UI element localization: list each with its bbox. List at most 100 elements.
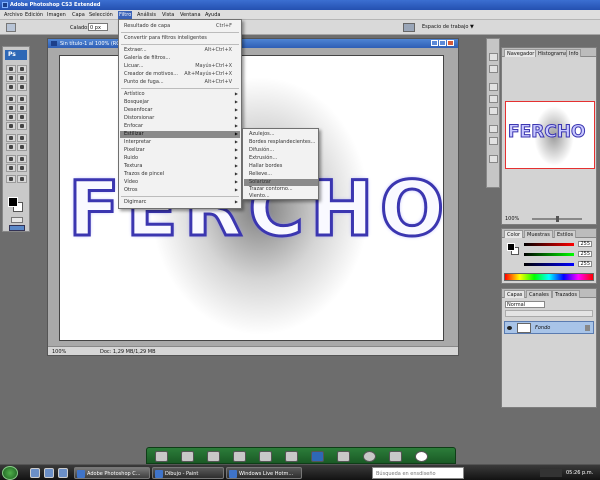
menu-item-enfocar[interactable]: Enfocar ▶	[124, 123, 240, 130]
submenu-item-azulejos[interactable]: Azulejos...	[249, 131, 317, 138]
dock-icon-1[interactable]	[155, 451, 168, 462]
menu-item-distorsionar[interactable]: Distorsionar ▶	[124, 115, 240, 122]
submenu-item-hallar-bordes[interactable]: Hallar bordes	[249, 163, 317, 170]
green-slider[interactable]	[524, 253, 574, 256]
menu-capa[interactable]: Capa	[72, 12, 85, 18]
blue-value[interactable]: 255	[578, 261, 592, 267]
color-spectrum[interactable]	[504, 273, 594, 281]
submenu-item-extrusion[interactable]: Extrusión...	[249, 155, 317, 162]
menu-ayuda[interactable]: Ayuda	[205, 12, 220, 18]
character-panel-icon[interactable]	[489, 125, 498, 133]
zoom-tool-icon[interactable]	[17, 164, 27, 172]
dock-icon-6[interactable]	[285, 451, 298, 462]
3d-rotate-icon[interactable]	[6, 175, 16, 183]
dock-icon-4[interactable]	[233, 451, 246, 462]
menu-edicion[interactable]: Edición	[25, 12, 43, 18]
paragraph-panel-icon[interactable]	[489, 137, 498, 145]
menu-item-extract[interactable]: Extraer... Alt+Ctrl+X	[124, 47, 240, 54]
tab-color[interactable]: Color	[504, 230, 524, 238]
menu-item-trazos-de-pincel[interactable]: Trazos de pincel ▶	[124, 171, 240, 178]
3d-orbit-icon[interactable]	[17, 175, 27, 183]
pen-tool-icon[interactable]	[6, 134, 16, 142]
close-icon[interactable]	[447, 40, 454, 46]
dock-icon-10[interactable]	[389, 451, 402, 462]
marquee-tool-preset-icon[interactable]	[6, 23, 16, 32]
layer-comps-icon[interactable]	[489, 155, 498, 163]
dock-icon-8[interactable]	[337, 451, 350, 462]
dock-globe-icon[interactable]	[363, 451, 376, 462]
blend-mode-select[interactable]: Normal	[505, 301, 545, 308]
green-value[interactable]: 255	[578, 251, 592, 257]
tab-navegador[interactable]: Navegador	[504, 49, 538, 57]
healing-brush-icon[interactable]	[6, 95, 16, 103]
menu-item-otros[interactable]: Otros ▶	[124, 187, 240, 194]
slice-tool-icon[interactable]	[17, 83, 27, 91]
eraser-tool-icon[interactable]	[6, 113, 16, 121]
tab-trazados[interactable]: Trazados	[552, 290, 580, 298]
tool-presets-icon[interactable]	[489, 83, 498, 91]
blue-slider[interactable]	[524, 263, 574, 266]
actions-panel-icon[interactable]	[489, 65, 498, 73]
task-photoshop[interactable]: Adobe Photoshop C...	[74, 467, 150, 479]
menu-vista[interactable]: Vista	[162, 12, 174, 18]
navigator-thumbnail[interactable]: FERCHO	[505, 101, 595, 169]
lasso-tool-icon[interactable]	[6, 74, 16, 82]
bridge-icon[interactable]	[403, 23, 415, 32]
tab-muestras[interactable]: Muestras	[524, 230, 553, 238]
color-panel-foreground[interactable]	[507, 243, 515, 251]
menu-item-convert-smart-filters[interactable]: Convertir para filtros inteligentes	[124, 35, 240, 42]
eyedropper-tool-icon[interactable]	[17, 155, 27, 163]
dock-icon-3[interactable]	[207, 451, 220, 462]
red-slider[interactable]	[524, 243, 574, 246]
gradient-tool-icon[interactable]	[17, 113, 27, 121]
menu-archivo[interactable]: Archivo	[4, 12, 23, 18]
foreground-color-swatch[interactable]	[8, 197, 18, 207]
move-tool-icon[interactable]	[6, 65, 16, 73]
submenu-item-solarizar[interactable]: Solarizar	[244, 179, 318, 186]
marquee-tool-icon[interactable]	[17, 65, 27, 73]
menu-item-bosquejar[interactable]: Bosquejar ▶	[124, 99, 240, 106]
crop-tool-icon[interactable]	[6, 83, 16, 91]
shape-tool-icon[interactable]	[17, 143, 27, 151]
path-selection-icon[interactable]	[6, 143, 16, 151]
menu-item-last-filter[interactable]: Resultado de capa Ctrl+F	[124, 23, 240, 30]
task-hotmail[interactable]: Windows Live Hotm...	[226, 467, 302, 479]
quicklaunch-icon-3[interactable]	[58, 468, 68, 478]
submenu-item-bordes-resplandecientes[interactable]: Bordes resplandecientes...	[249, 139, 317, 146]
workspace-dropdown[interactable]: Espacio de trabajo ▼	[422, 24, 474, 30]
submenu-item-relieve[interactable]: Relieve...	[249, 171, 317, 178]
menu-filtro[interactable]: Filtro	[118, 11, 133, 19]
red-value[interactable]: 255	[578, 241, 592, 247]
dock-clock-icon[interactable]	[415, 451, 428, 462]
menu-analisis[interactable]: Análisis	[137, 12, 156, 18]
menu-ventana[interactable]: Ventana	[180, 12, 201, 18]
tab-capas[interactable]: Capas	[504, 290, 526, 298]
submenu-item-trazar-contorno[interactable]: Trazar contorno...	[249, 186, 317, 193]
minimize-icon[interactable]	[431, 40, 438, 46]
screen-mode-icon[interactable]	[9, 225, 25, 231]
layer-row-fondo[interactable]: Fondo	[504, 321, 594, 334]
tab-info[interactable]: Info	[566, 49, 582, 57]
menu-item-ruido[interactable]: Ruido ▶	[124, 155, 240, 162]
start-button[interactable]	[2, 466, 18, 480]
menu-imagen[interactable]: Imagen	[47, 12, 66, 18]
submenu-item-difusion[interactable]: Difusión...	[249, 147, 317, 154]
feather-input[interactable]: 0 px	[88, 23, 108, 31]
dock-icon-5[interactable]	[259, 451, 272, 462]
brushes-panel-icon[interactable]	[489, 95, 498, 103]
menu-item-vanishing-point[interactable]: Punto de fuga... Alt+Ctrl+V	[124, 79, 240, 86]
brush-tool-icon[interactable]	[17, 95, 27, 103]
quicklaunch-icon-1[interactable]	[30, 468, 40, 478]
history-brush-icon[interactable]	[17, 104, 27, 112]
menu-item-artistico[interactable]: Artístico ▶	[124, 91, 240, 98]
menu-item-digimarc[interactable]: Digimarc ▶	[124, 199, 240, 206]
navigator-zoom-slider[interactable]	[532, 216, 582, 222]
dodge-tool-icon[interactable]	[17, 122, 27, 130]
dock-photoshop-icon[interactable]	[311, 451, 324, 462]
menu-item-desenfocar[interactable]: Desenfocar ▶	[124, 107, 240, 114]
quick-mask-icon[interactable]	[11, 217, 23, 223]
tab-histograma[interactable]: Histograma	[535, 49, 571, 57]
dock-icon-2[interactable]	[181, 451, 194, 462]
system-tray-icons[interactable]	[540, 469, 562, 477]
type-tool-icon[interactable]	[17, 134, 27, 142]
